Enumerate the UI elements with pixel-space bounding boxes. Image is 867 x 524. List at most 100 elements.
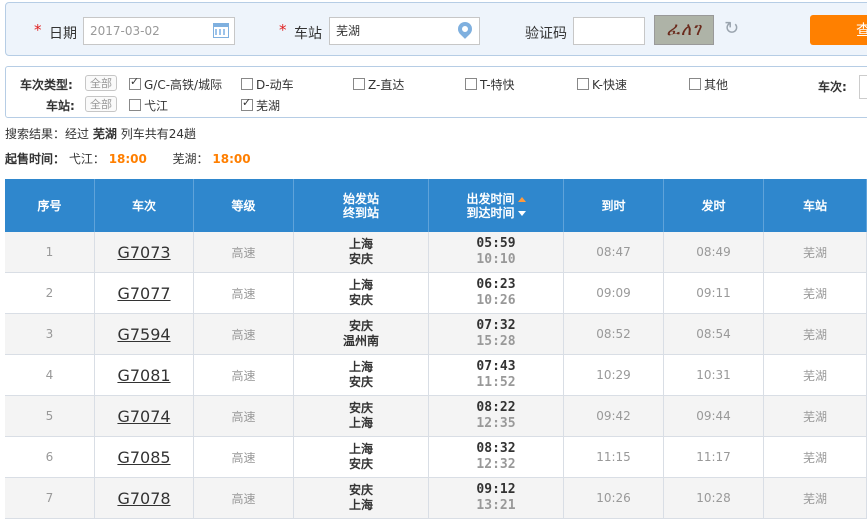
row-arrive: 08:52 bbox=[564, 314, 664, 354]
table-row: 4 G7081 高速 上海 安庆 07:43 11:52 10:29 10:31 芜湖 bbox=[5, 355, 867, 396]
row-grade: 高速 bbox=[194, 232, 294, 272]
filter-station-wuhu-label: 芜湖 bbox=[256, 99, 281, 113]
row-grade: 高速 bbox=[194, 273, 294, 313]
date-input[interactable]: 2017-03-02 bbox=[83, 17, 235, 45]
train-number-link[interactable]: G7073 bbox=[117, 243, 170, 262]
header-grade: 等级 bbox=[194, 179, 294, 232]
header-train: 车次 bbox=[95, 179, 194, 232]
from-station: 上海 bbox=[348, 442, 373, 456]
captcha-image[interactable]: ፈለገ bbox=[654, 15, 714, 45]
table-row: 2 G7077 高速 上海 安庆 06:23 10:26 09:09 09:11 芜湖 bbox=[5, 273, 867, 314]
to-station: 温州南 bbox=[342, 334, 379, 348]
row-train: G7078 bbox=[95, 478, 194, 518]
to-station: 安庆 bbox=[348, 375, 373, 389]
row-times: 07:43 11:52 bbox=[429, 355, 564, 395]
sale-time-value: 18:00 bbox=[212, 152, 251, 166]
checkbox-icon[interactable] bbox=[465, 78, 477, 90]
filter-z[interactable]: Z-直达 bbox=[353, 76, 404, 93]
row-station: 芜湖 bbox=[764, 232, 867, 272]
all-types-button[interactable]: 全部 bbox=[85, 75, 117, 91]
from-station: 安庆 bbox=[348, 401, 373, 415]
trainno-input[interactable] bbox=[859, 75, 867, 99]
row-from-to: 上海 安庆 bbox=[294, 437, 429, 477]
train-number-link[interactable]: G7074 bbox=[117, 407, 170, 426]
to-station: 上海 bbox=[348, 498, 373, 512]
row-from-to: 安庆 上海 bbox=[294, 396, 429, 436]
row-train: G7077 bbox=[95, 273, 194, 313]
row-grade: 高速 bbox=[194, 355, 294, 395]
filter-t-label: T-特快 bbox=[480, 78, 515, 92]
sale-time-value: 18:00 bbox=[108, 152, 147, 166]
sale-time: 起售时间： 弋江： 18:00 芜湖： 18:00 bbox=[5, 150, 251, 167]
train-number-link[interactable]: G7078 bbox=[117, 489, 170, 508]
row-train: G7074 bbox=[95, 396, 194, 436]
train-number-link[interactable]: G7594 bbox=[117, 325, 170, 344]
row-depart: 11:17 bbox=[664, 437, 764, 477]
row-seq: 7 bbox=[5, 478, 95, 518]
arrival-time: 10:26 bbox=[476, 293, 516, 308]
row-seq: 4 bbox=[5, 355, 95, 395]
refresh-icon[interactable]: ↻ bbox=[724, 18, 739, 39]
filter-other[interactable]: 其他 bbox=[689, 76, 728, 93]
row-seq: 3 bbox=[5, 314, 95, 354]
row-depart: 10:28 bbox=[664, 478, 764, 518]
table-row: 5 G7074 高速 安庆 上海 08:22 12:35 09:42 09:44 芜湖 bbox=[5, 396, 867, 437]
sort-up-icon[interactable] bbox=[517, 196, 526, 202]
to-station: 上海 bbox=[348, 416, 373, 430]
summary-suffix: 列车共有24趟 bbox=[120, 127, 196, 141]
filter-other-label: 其他 bbox=[704, 78, 729, 92]
from-station: 安庆 bbox=[348, 319, 373, 333]
checkbox-icon[interactable] bbox=[577, 78, 589, 90]
to-station: 安庆 bbox=[348, 252, 373, 266]
summary-station: 芜湖 bbox=[92, 127, 117, 141]
all-stations-button[interactable]: 全部 bbox=[85, 96, 117, 112]
header-dep-time: 出发时间 bbox=[466, 191, 515, 206]
filter-gc[interactable]: G/C-高铁/城际 bbox=[129, 75, 222, 93]
checkbox-icon[interactable] bbox=[353, 78, 365, 90]
sort-down-icon[interactable] bbox=[517, 210, 526, 216]
header-depart: 发时 bbox=[664, 179, 764, 232]
row-seq: 1 bbox=[5, 232, 95, 272]
query-button[interactable]: 查 bbox=[810, 15, 867, 45]
row-station: 芜湖 bbox=[764, 437, 867, 477]
sale-station: 芜湖： bbox=[172, 152, 209, 166]
checkbox-icon[interactable] bbox=[689, 78, 701, 90]
results-summary: 搜索结果：经过 芜湖 列车共有24趟 bbox=[5, 125, 196, 142]
row-times: 08:22 12:35 bbox=[429, 396, 564, 436]
to-station: 安庆 bbox=[348, 457, 373, 471]
location-pin-icon[interactable] bbox=[455, 19, 475, 39]
checkbox-checked-icon[interactable] bbox=[129, 75, 141, 90]
captcha-input[interactable] bbox=[573, 17, 645, 45]
train-type-label: 车次类型: bbox=[20, 78, 73, 92]
table-row: 7 G7078 高速 安庆 上海 09:12 13:21 10:26 10:28 芜湖 bbox=[5, 478, 867, 519]
filter-t[interactable]: T-特快 bbox=[465, 76, 515, 93]
row-grade: 高速 bbox=[194, 478, 294, 518]
header-time-sort[interactable]: 出发时间 到达时间 bbox=[429, 179, 564, 232]
train-number-link[interactable]: G7085 bbox=[117, 448, 170, 467]
date-label: 日期 bbox=[49, 26, 77, 42]
filter-d-label: D-动车 bbox=[256, 78, 294, 92]
checkbox-icon[interactable] bbox=[129, 99, 141, 111]
filter-k[interactable]: K-快速 bbox=[577, 76, 627, 93]
sale-station: 弋江： bbox=[68, 152, 105, 166]
filter-station-yijiang[interactable]: 弋江 bbox=[129, 97, 168, 114]
calendar-icon[interactable] bbox=[213, 23, 229, 38]
date-value: 2017-03-02 bbox=[90, 24, 160, 38]
filter-d[interactable]: D-动车 bbox=[241, 76, 294, 93]
checkbox-icon[interactable] bbox=[241, 78, 253, 90]
row-depart: 08:54 bbox=[664, 314, 764, 354]
filter-panel: 车次类型: 全部 G/C-高铁/城际 D-动车 Z-直达 T-特快 K-快速 其… bbox=[5, 66, 867, 118]
row-grade: 高速 bbox=[194, 437, 294, 477]
train-number-link[interactable]: G7081 bbox=[117, 366, 170, 385]
checkbox-checked-icon[interactable] bbox=[241, 96, 253, 111]
departure-time: 09:12 bbox=[476, 482, 516, 497]
station-input[interactable]: 芜湖 bbox=[329, 17, 480, 45]
query-bar: * 日期 2017-03-02 * 车站 芜湖 验证码 ፈለገ ↻ 查 bbox=[5, 2, 867, 56]
train-number-link[interactable]: G7077 bbox=[117, 284, 170, 303]
row-depart: 09:11 bbox=[664, 273, 764, 313]
row-seq: 6 bbox=[5, 437, 95, 477]
summary-prefix: 搜索结果：经过 bbox=[5, 127, 90, 141]
row-station: 芜湖 bbox=[764, 273, 867, 313]
required-mark: * bbox=[34, 21, 42, 39]
filter-station-wuhu[interactable]: 芜湖 bbox=[241, 96, 281, 114]
